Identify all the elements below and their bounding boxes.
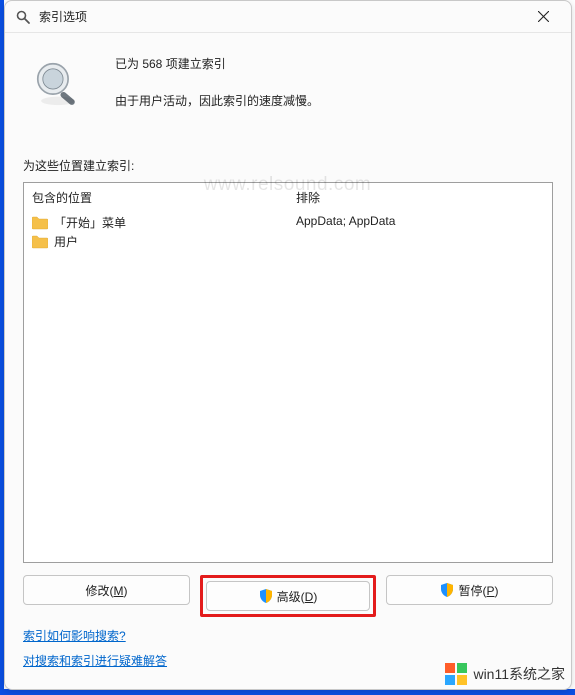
magnifier-icon — [15, 9, 31, 25]
button-label: 修改(M) — [86, 582, 128, 599]
indexing-options-dialog: 索引选项 已为 568 项建立索引 由于用户活动，因此索引的速度减慢。 为这些位… — [4, 0, 572, 690]
highlight-frame: 高级(D) — [200, 575, 376, 617]
folder-icon — [32, 216, 48, 230]
locations-label: 为这些位置建立索引: — [23, 157, 553, 174]
window-title: 索引选项 — [39, 8, 521, 25]
list-item[interactable]: 「开始」菜单 — [32, 214, 280, 231]
excluded-header: 排除 — [296, 189, 544, 206]
troubleshoot-link[interactable]: 对搜索和索引进行疑难解答 — [23, 652, 167, 669]
excluded-item: AppData; AppData — [296, 214, 544, 228]
included-item-label: 用户 — [54, 233, 78, 250]
modify-button[interactable]: 修改(M) — [23, 575, 190, 605]
indexing-speed-reason: 由于用户活动，因此索引的速度减慢。 — [115, 90, 319, 113]
button-label: 高级(D) — [277, 588, 318, 605]
locations-listbox[interactable]: 包含的位置 「开始」菜单 用户 排除 AppData; AppData — [23, 182, 553, 563]
excluded-column: 排除 AppData; AppData — [288, 183, 552, 562]
close-button[interactable] — [521, 3, 565, 31]
links-area: 索引如何影响搜索? 对搜索和索引进行疑难解答 — [23, 627, 553, 677]
included-header: 包含的位置 — [32, 189, 280, 206]
pause-button[interactable]: 暂停(P) — [386, 575, 553, 605]
shield-icon — [259, 589, 273, 603]
button-label: 暂停(P) — [458, 582, 498, 599]
status-area: 已为 568 项建立索引 由于用户活动，因此索引的速度减慢。 — [23, 47, 553, 113]
indexed-count: 已为 568 项建立索引 — [115, 53, 319, 76]
titlebar: 索引选项 — [5, 1, 571, 33]
shield-icon — [440, 583, 454, 597]
button-row: 修改(M) 高级(D) 暂停(P) — [23, 575, 553, 617]
how-indexing-affects-search-link[interactable]: 索引如何影响搜索? — [23, 627, 126, 644]
dialog-content: 已为 568 项建立索引 由于用户活动，因此索引的速度减慢。 为这些位置建立索引… — [5, 33, 571, 689]
list-item[interactable]: 用户 — [32, 233, 280, 250]
advanced-button[interactable]: 高级(D) — [206, 581, 370, 611]
included-item-label: 「开始」菜单 — [54, 214, 126, 231]
close-icon — [538, 11, 549, 22]
included-column: 包含的位置 「开始」菜单 用户 — [24, 183, 288, 562]
folder-icon — [32, 235, 48, 249]
magnifier-large-icon — [29, 55, 87, 113]
